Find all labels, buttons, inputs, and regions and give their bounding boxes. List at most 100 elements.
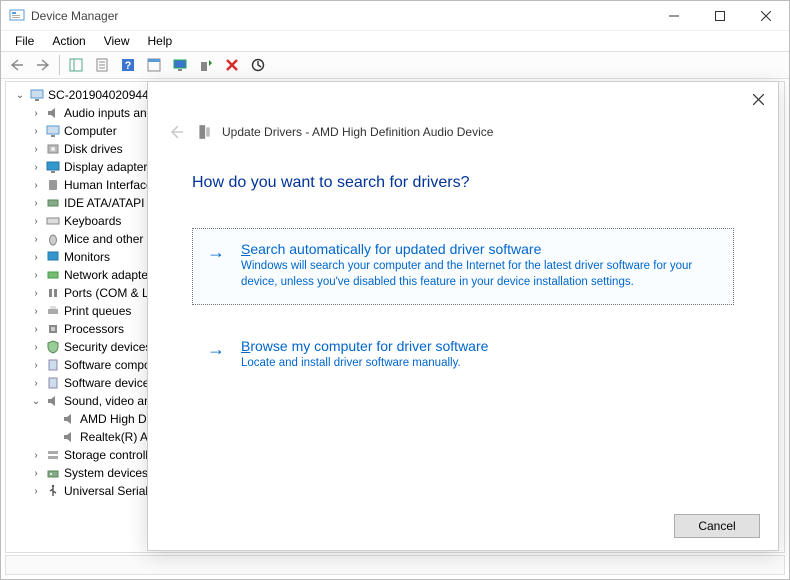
device-category-icon [45,339,61,355]
device-category-icon [45,177,61,193]
device-category-icon [45,267,61,283]
expand-icon[interactable]: › [30,468,42,479]
option-title: Browse my computer for driver software [241,338,719,354]
device-category-icon [45,321,61,337]
titlebar: Device Manager [1,1,789,31]
tree-label: Network adapters [64,268,158,282]
root-label: SC-201904020944 [48,88,149,102]
device-category-icon [45,231,61,247]
option-text: Search automatically for updated driver … [241,241,719,290]
window-controls [651,1,789,31]
tree-label: Display adapters [64,160,153,174]
expand-icon[interactable]: › [30,288,42,299]
tree-pane-icon [69,58,83,72]
arrow-right-icon: → [207,340,229,372]
option-browse-computer[interactable]: → Browse my computer for driver software… [192,325,734,387]
expand-icon[interactable]: › [30,252,42,263]
minimize-icon [669,11,679,21]
expand-icon[interactable]: › [30,306,42,317]
help-button[interactable]: ? [116,54,140,76]
scan-hardware-button[interactable] [168,54,192,76]
speaker-icon [45,393,61,409]
tree-label: System devices [64,466,148,480]
device-category-icon [45,105,61,121]
expand-icon[interactable]: › [30,486,42,497]
expand-icon[interactable]: › [30,162,42,173]
tree-label: Print queues [64,304,131,318]
expand-icon[interactable]: › [30,378,42,389]
device-category-icon [45,141,61,157]
dialog-title: Update Drivers - AMD High Definition Aud… [222,125,493,139]
dialog-body: How do you want to search for drivers? →… [148,156,778,387]
device-category-icon [45,159,61,175]
device-category-icon [45,195,61,211]
forward-button[interactable] [31,54,55,76]
update-driver-button[interactable] [194,54,218,76]
option-desc: Windows will search your computer and th… [241,259,719,290]
expand-icon[interactable]: › [30,126,42,137]
back-button[interactable] [5,54,29,76]
menubar: File Action View Help [1,31,789,51]
expand-icon[interactable]: › [30,360,42,371]
expand-icon[interactable]: › [30,180,42,191]
menu-file[interactable]: File [7,32,42,50]
arrow-right-icon: → [207,243,229,290]
expand-icon[interactable]: › [30,108,42,119]
show-hide-tree-button[interactable] [64,54,88,76]
expand-icon[interactable]: › [30,270,42,281]
menu-action[interactable]: Action [44,32,93,50]
expand-icon[interactable]: › [30,216,42,227]
minimize-button[interactable] [651,1,697,31]
device-category-icon [45,123,61,139]
window-title: Device Manager [31,9,118,23]
tree-label: Security devices [64,340,151,354]
collapse-icon[interactable]: ⌄ [30,396,42,407]
uninstall-button[interactable] [220,54,244,76]
dialog-back-button[interactable] [166,122,186,142]
menu-help[interactable]: Help [140,32,181,50]
cancel-button[interactable]: Cancel [674,514,760,538]
expand-icon[interactable]: › [30,234,42,245]
maximize-button[interactable] [697,1,743,31]
device-category-icon [45,213,61,229]
action-button[interactable] [142,54,166,76]
device-category-icon [45,447,61,463]
close-button[interactable] [743,1,789,31]
properties-icon [95,58,109,72]
maximize-icon [715,11,725,21]
device-icon [196,124,212,140]
expand-icon[interactable]: › [30,342,42,353]
disable-button[interactable] [246,54,270,76]
expand-icon[interactable]: › [30,198,42,209]
svg-text:?: ? [125,60,132,72]
device-category-icon [45,483,61,499]
expand-icon[interactable]: › [30,324,42,335]
dialog-footer: Cancel [674,514,760,538]
tree-label: Disk drives [64,142,123,156]
arrow-right-icon [36,59,50,71]
device-manager-icon [9,8,25,24]
expand-icon[interactable]: › [30,144,42,155]
close-icon [761,11,771,21]
dialog-close-button[interactable] [738,82,778,116]
menu-view[interactable]: View [96,32,138,50]
device-category-icon [45,375,61,391]
properties-button[interactable] [90,54,114,76]
collapse-icon[interactable]: ⌄ [14,90,26,101]
device-category-icon [45,303,61,319]
close-icon [753,94,764,105]
option-title: Search automatically for updated driver … [241,241,719,257]
device-category-icon [45,465,61,481]
option-search-automatically[interactable]: → Search automatically for updated drive… [192,228,734,305]
dialog-titlebar [148,82,778,116]
toolbar-sep [59,55,60,75]
device-category-icon [45,285,61,301]
disable-icon [251,58,265,72]
dialog-question: How do you want to search for drivers? [192,174,734,192]
expand-icon[interactable]: › [30,450,42,461]
statusbar [5,555,785,575]
computer-icon [29,87,45,103]
toolbar: ? [1,51,789,79]
panel-icon [147,58,161,72]
speaker-icon [61,411,77,427]
